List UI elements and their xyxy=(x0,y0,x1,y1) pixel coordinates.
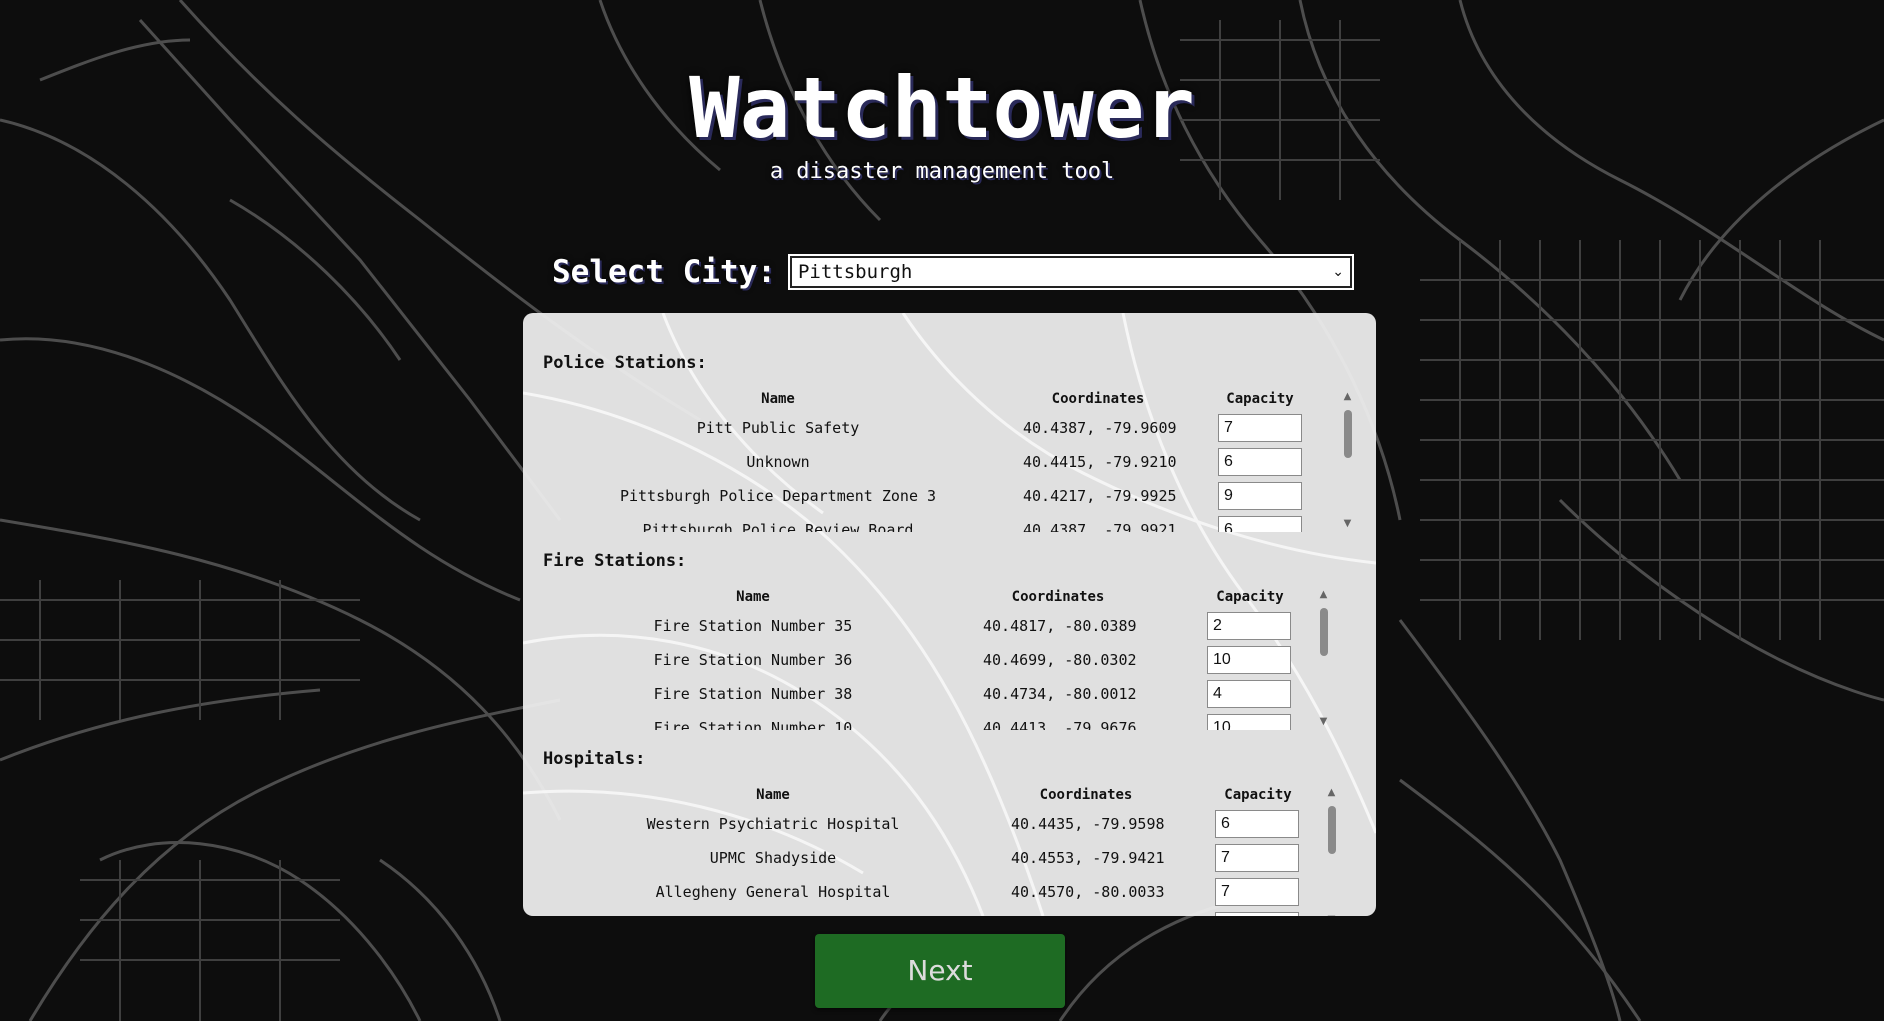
city-select-dropdown[interactable]: Pittsburgh ⌄ xyxy=(789,256,1352,288)
table-row: Pittsburgh Police Department Zone 3 40.4… xyxy=(543,479,1323,513)
row-coordinates: 40.4217, -79.9925 xyxy=(1023,487,1177,505)
row-name: Unknown xyxy=(746,453,810,471)
fire-table-scrollbar[interactable]: ▲ ▼ xyxy=(1315,587,1332,730)
police-table-scrollbar[interactable]: ▲ ▼ xyxy=(1339,389,1356,532)
capacity-input[interactable]: 10 xyxy=(1207,646,1291,674)
triangle-up-icon[interactable]: ▲ xyxy=(1315,587,1332,603)
city-select-value: Pittsburgh xyxy=(797,261,913,283)
row-coordinates: 40.4387, -79.9609 xyxy=(1023,419,1177,437)
row-name: Western Psychiatric Hospital xyxy=(646,815,900,833)
city-select-label: Select City: xyxy=(552,254,776,290)
police-stations-section: Police Stations: Name Coordinates Capaci… xyxy=(543,351,1363,532)
row-coordinates: 40.4413, -79.9676 xyxy=(983,719,1137,730)
capacity-input[interactable]: 7 xyxy=(1215,878,1299,906)
page-title: Watchtower xyxy=(689,59,1195,157)
city-select-row: Select City: Pittsburgh ⌄ xyxy=(552,254,1352,290)
hospitals-section: Hospitals: Name Coordinates Capacity Wes… xyxy=(543,747,1363,916)
table-row: Fire Station Number 36 40.4699, -80.0302… xyxy=(543,643,1323,677)
row-coordinates: 40.4817, -80.0389 xyxy=(983,617,1137,635)
hospitals-table-scrollbar[interactable]: ▲ ▼ xyxy=(1323,785,1340,916)
table-row: Allegheny General Hospital 40.4570, -80.… xyxy=(543,875,1323,909)
triangle-down-icon[interactable]: ▼ xyxy=(1323,912,1340,916)
chevron-down-icon: ⌄ xyxy=(1332,264,1344,280)
column-header-name: Name xyxy=(736,589,770,605)
table-row: UPMC Shadyside 40.4553, -79.9421 7 xyxy=(543,841,1323,875)
table-row: Fire Station Number 10 40.4413, -79.9676… xyxy=(543,711,1323,730)
hospitals-title: Hospitals: xyxy=(543,749,646,769)
row-coordinates: 40.4387, -79.9921 xyxy=(1023,521,1177,532)
row-coordinates: 40.4734, -80.0012 xyxy=(983,685,1137,703)
row-coordinates: 40.4699, -80.0302 xyxy=(983,651,1137,669)
capacity-input[interactable]: 2 xyxy=(1207,612,1291,640)
table-row: Pittsburgh Police Review Board 40.4387, … xyxy=(543,513,1323,532)
table-row: Unknown 40.4415, -79.9210 6 xyxy=(543,445,1323,479)
table-row: Pitt Public Safety 40.4387, -79.9609 7 xyxy=(543,411,1323,445)
column-header-name: Name xyxy=(756,787,790,803)
row-coordinates: 40.4435, -79.9598 xyxy=(1011,815,1165,833)
row-name: Fire Station Number 35 xyxy=(653,617,853,635)
resources-panel: Police Stations: Name Coordinates Capaci… xyxy=(523,313,1376,916)
row-name: Pitt Public Safety xyxy=(696,419,860,437)
column-header-capacity: Capacity xyxy=(1226,391,1294,407)
row-coordinates: 40.4570, -80.0033 xyxy=(1011,883,1165,901)
next-button[interactable]: Next xyxy=(815,934,1065,1008)
triangle-down-icon[interactable]: ▼ xyxy=(1315,714,1332,730)
row-coordinates: 40.4553, -79.9421 xyxy=(1011,849,1165,867)
triangle-up-icon[interactable]: ▲ xyxy=(1339,389,1356,405)
row-name: Fire Station Number 36 xyxy=(653,651,853,669)
page-subtitle: a disaster management tool xyxy=(769,159,1115,184)
row-coordinates xyxy=(1011,909,1161,916)
triangle-up-icon[interactable]: ▲ xyxy=(1323,785,1340,801)
capacity-input[interactable]: 4 xyxy=(1207,680,1291,708)
capacity-input[interactable]: 7 xyxy=(1218,414,1302,442)
capacity-input[interactable]: 6 xyxy=(1218,448,1302,476)
table-row: Fire Station Number 38 40.4734, -80.0012… xyxy=(543,677,1323,711)
column-header-coordinates: Coordinates xyxy=(1011,589,1105,605)
capacity-input[interactable]: 10 xyxy=(1207,714,1291,730)
column-header-capacity: Capacity xyxy=(1216,589,1284,605)
police-stations-title: Police Stations: xyxy=(543,353,707,373)
hospitals-table[interactable]: Name Coordinates Capacity Western Psychi… xyxy=(543,785,1363,916)
capacity-input[interactable]: 9 xyxy=(1218,482,1302,510)
row-name: Allegheny General Hospital xyxy=(655,883,891,901)
capacity-input[interactable]: 6 xyxy=(1215,810,1299,838)
fire-stations-table[interactable]: Name Coordinates Capacity Fire Station N… xyxy=(543,587,1363,730)
table-row: Fire Station Number 35 40.4817, -80.0389… xyxy=(543,609,1323,643)
table-row: Western Psychiatric Hospital 40.4435, -7… xyxy=(543,807,1323,841)
column-header-coordinates: Coordinates xyxy=(1039,787,1133,803)
fire-stations-title: Fire Stations: xyxy=(543,551,687,571)
capacity-input[interactable]: 7 xyxy=(1215,844,1299,872)
fire-stations-section: Fire Stations: Name Coordinates Capacity… xyxy=(543,549,1363,730)
scrollbar-thumb[interactable] xyxy=(1328,806,1336,854)
column-header-coordinates: Coordinates xyxy=(1051,391,1145,407)
row-name: Pittsburgh Police Review Board xyxy=(642,521,914,532)
row-name: UPMC Shadyside xyxy=(709,849,837,867)
column-header-capacity: Capacity xyxy=(1224,787,1292,803)
row-name: Fire Station Number 10 xyxy=(653,719,853,730)
police-stations-table[interactable]: Name Coordinates Capacity Pitt Public Sa… xyxy=(543,389,1363,532)
capacity-input[interactable]: 6 xyxy=(1218,516,1302,532)
column-header-name: Name xyxy=(761,391,795,407)
row-name: Fire Station Number 38 xyxy=(653,685,853,703)
row-name: Pittsburgh Police Department Zone 3 xyxy=(619,487,937,505)
capacity-input[interactable]: 5 xyxy=(1215,912,1299,916)
scrollbar-thumb[interactable] xyxy=(1344,410,1352,458)
triangle-down-icon[interactable]: ▼ xyxy=(1339,516,1356,532)
row-name xyxy=(543,909,1003,916)
row-coordinates: 40.4415, -79.9210 xyxy=(1023,453,1177,471)
scrollbar-thumb[interactable] xyxy=(1320,608,1328,656)
table-row: 5 xyxy=(543,909,1323,916)
